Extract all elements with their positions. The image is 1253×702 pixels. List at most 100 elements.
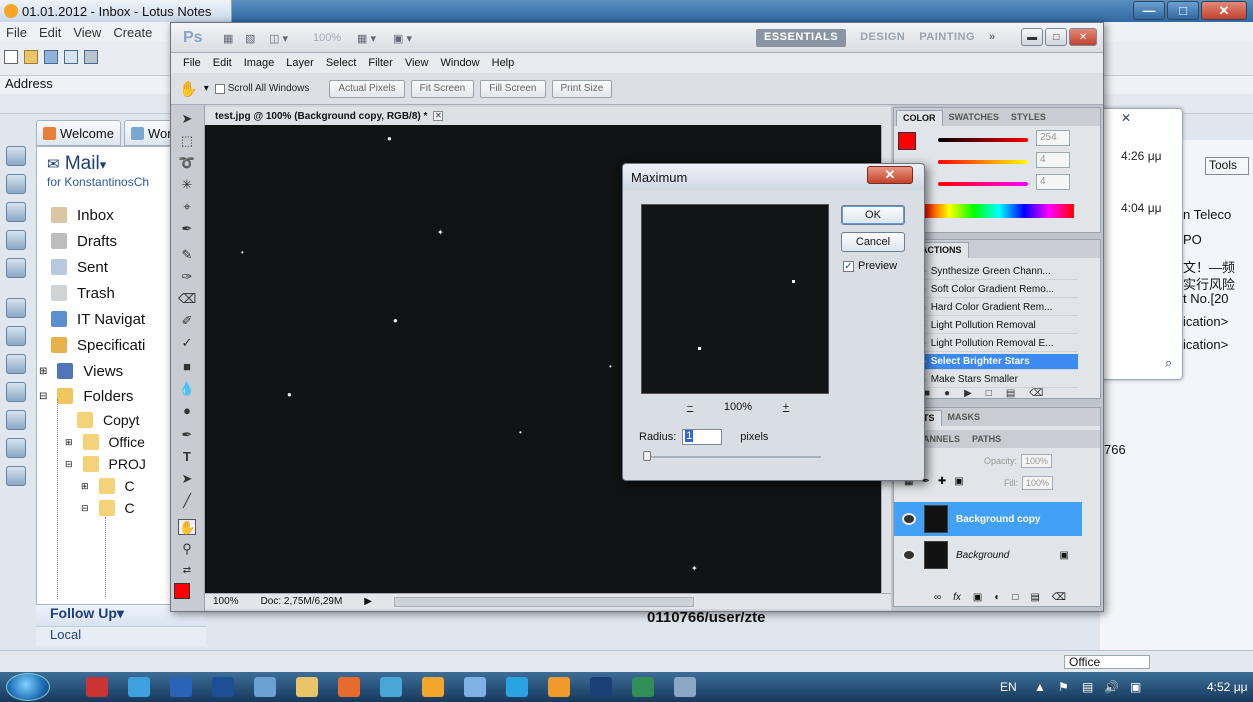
- crop-tool-icon[interactable]: ⌖: [178, 199, 196, 215]
- folder-item[interactable]: ⊞ C: [81, 475, 135, 497]
- document-close-icon[interactable]: ✕: [433, 111, 444, 121]
- hand-tool-icon[interactable]: ✋: [178, 519, 196, 535]
- red-value[interactable]: 254: [1036, 130, 1070, 146]
- radius-slider-track[interactable]: [645, 456, 821, 458]
- new-set-icon[interactable]: □: [986, 388, 992, 399]
- preview-checkbox-box[interactable]: ✓: [843, 260, 854, 272]
- pinned-app-icon[interactable]: [212, 677, 234, 697]
- mail-icon[interactable]: [64, 50, 78, 64]
- bookmark-db2-icon[interactable]: [6, 326, 26, 346]
- action-item-selected[interactable]: ▷ Select Brighter Stars: [918, 354, 1078, 370]
- ps-close-button[interactable]: ✕: [1069, 28, 1098, 46]
- follow-up-dropdown-icon[interactable]: ▾: [117, 605, 124, 621]
- fill-field[interactable]: 100%: [1022, 476, 1054, 490]
- ps-menu-help[interactable]: Help: [486, 57, 521, 69]
- tray-app-icon[interactable]: ▣: [1130, 680, 1141, 694]
- color-spectrum-ramp[interactable]: [924, 204, 1074, 218]
- lasso-tool-icon[interactable]: ➰: [178, 155, 196, 171]
- location-label[interactable]: Local: [36, 626, 206, 646]
- lotus-menu-file[interactable]: File: [0, 25, 33, 40]
- brush-tool-icon[interactable]: ✑: [178, 269, 196, 285]
- ps-menu-select[interactable]: Select: [320, 57, 363, 69]
- fill-screen-button[interactable]: Fill Screen: [480, 79, 546, 98]
- blue-value[interactable]: 4: [1036, 174, 1070, 190]
- ps-menu-filter[interactable]: Filter: [362, 57, 398, 69]
- opacity-field[interactable]: 100%: [1021, 454, 1053, 468]
- history-brush-tool-icon[interactable]: ✐: [178, 313, 196, 329]
- workspace-essentials[interactable]: ESSENTIALS: [756, 29, 847, 47]
- lotus-notes-taskbar-icon[interactable]: [422, 677, 444, 697]
- document-tab[interactable]: test.jpg @ 100% (Background copy, RGB/8)…: [205, 107, 891, 125]
- new-action-icon[interactable]: ▤: [1006, 388, 1015, 399]
- blur-tool-icon[interactable]: 💧: [178, 381, 196, 397]
- bookmark-todo-icon[interactable]: [6, 230, 26, 250]
- pinned-app-icon[interactable]: [380, 677, 402, 697]
- tool-preset-dropdown-icon[interactable]: ▾: [204, 83, 209, 94]
- ps-menu-file[interactable]: File: [177, 57, 207, 69]
- ps-menu-image[interactable]: Image: [238, 57, 281, 69]
- color-panel-foreground-swatch[interactable]: [898, 132, 916, 150]
- pinned-app-icon[interactable]: [674, 677, 696, 697]
- bookmark-calendar-icon[interactable]: [6, 174, 26, 194]
- flag-icon[interactable]: ⚑: [1058, 680, 1069, 694]
- ps-menu-layer[interactable]: Layer: [280, 57, 320, 69]
- tab-welcome[interactable]: Welcome: [36, 120, 121, 146]
- collapse-icon[interactable]: ⊟: [65, 459, 73, 470]
- workspace-more[interactable]: »: [989, 29, 996, 47]
- nav-item-views[interactable]: ⊞ Views: [39, 360, 123, 382]
- eraser-tool-icon[interactable]: ✓: [178, 335, 196, 351]
- action-item[interactable]: ▷ Synthesize Green Chann...: [918, 264, 1078, 280]
- play-icon[interactable]: ▶: [964, 388, 972, 399]
- dodge-tool-icon[interactable]: ●: [178, 403, 196, 419]
- workspace-painting[interactable]: PAINTING: [919, 29, 975, 47]
- bookmark-db4-icon[interactable]: [6, 382, 26, 402]
- network-icon[interactable]: ▤: [1082, 680, 1093, 694]
- zoom-in-button[interactable]: +: [779, 401, 793, 417]
- pinned-app-icon[interactable]: [632, 677, 654, 697]
- expand-icon[interactable]: ⊞: [65, 437, 73, 448]
- nav-item-inbox[interactable]: Inbox: [51, 204, 114, 226]
- ps-menu-edit[interactable]: Edit: [207, 57, 238, 69]
- lotus-minimize-button[interactable]: —: [1133, 1, 1165, 20]
- nav-item-folders[interactable]: ⊟ Folders: [39, 385, 133, 407]
- action-item[interactable]: ▷ Hard Color Gradient Rem...: [918, 300, 1078, 316]
- fx-icon[interactable]: fx: [953, 592, 961, 603]
- lotus-maximize-button[interactable]: □: [1167, 1, 1199, 20]
- tab-color[interactable]: COLOR: [896, 110, 943, 126]
- lock-position-icon[interactable]: ✚: [938, 476, 946, 487]
- dialog-close-button[interactable]: ✕: [867, 166, 913, 184]
- canvas-horizontal-scrollbar[interactable]: [394, 596, 694, 607]
- status-doc-size[interactable]: Doc: 2,75M/6,29M: [261, 596, 343, 607]
- pinned-app-icon[interactable]: [254, 677, 276, 697]
- foreground-color-swatch[interactable]: [174, 583, 190, 599]
- tab-masks[interactable]: MASKS: [942, 410, 987, 426]
- bookmark-replicator-icon[interactable]: [6, 258, 26, 278]
- action-item[interactable]: ▷ Light Pollution Removal: [918, 318, 1078, 334]
- cancel-button[interactable]: Cancel: [841, 232, 905, 252]
- lock-all-icon[interactable]: ▣: [954, 476, 963, 487]
- new-icon[interactable]: [4, 50, 18, 64]
- workspace-design[interactable]: DESIGN: [860, 29, 905, 47]
- open-icon[interactable]: [24, 50, 38, 64]
- delete-action-icon[interactable]: ⌫: [1029, 388, 1043, 399]
- visibility-eye-icon[interactable]: [902, 513, 916, 525]
- nav-item-sent[interactable]: Sent: [51, 256, 108, 278]
- new-group-icon[interactable]: □: [1012, 592, 1018, 603]
- lotus-menu-edit[interactable]: Edit: [33, 25, 67, 40]
- tab-swatches[interactable]: SWATCHES: [943, 110, 1005, 126]
- start-button[interactable]: [6, 673, 50, 701]
- folder-item[interactable]: ⊟ PROJ: [65, 453, 146, 475]
- bookmark-db1-icon[interactable]: [6, 298, 26, 318]
- popup-search-icon[interactable]: ⌕: [1165, 355, 1172, 371]
- swap-colors-icon[interactable]: ⇄: [178, 563, 196, 579]
- internet-explorer-icon[interactable]: [128, 677, 150, 697]
- scroll-all-checkbox-box[interactable]: [214, 83, 225, 94]
- zoom-level-menu[interactable]: 100%: [313, 30, 341, 46]
- clone-stamp-tool-icon[interactable]: ⌫: [178, 291, 196, 307]
- eyedropper-tool-icon[interactable]: ✒: [178, 221, 196, 237]
- firefox-icon[interactable]: [338, 677, 360, 697]
- layer-row-background[interactable]: Background ▣: [894, 538, 1082, 572]
- expand-icon[interactable]: ⊞: [39, 366, 47, 377]
- popup-close-icon[interactable]: ✕: [1121, 111, 1131, 125]
- radius-slider-handle[interactable]: [643, 451, 651, 461]
